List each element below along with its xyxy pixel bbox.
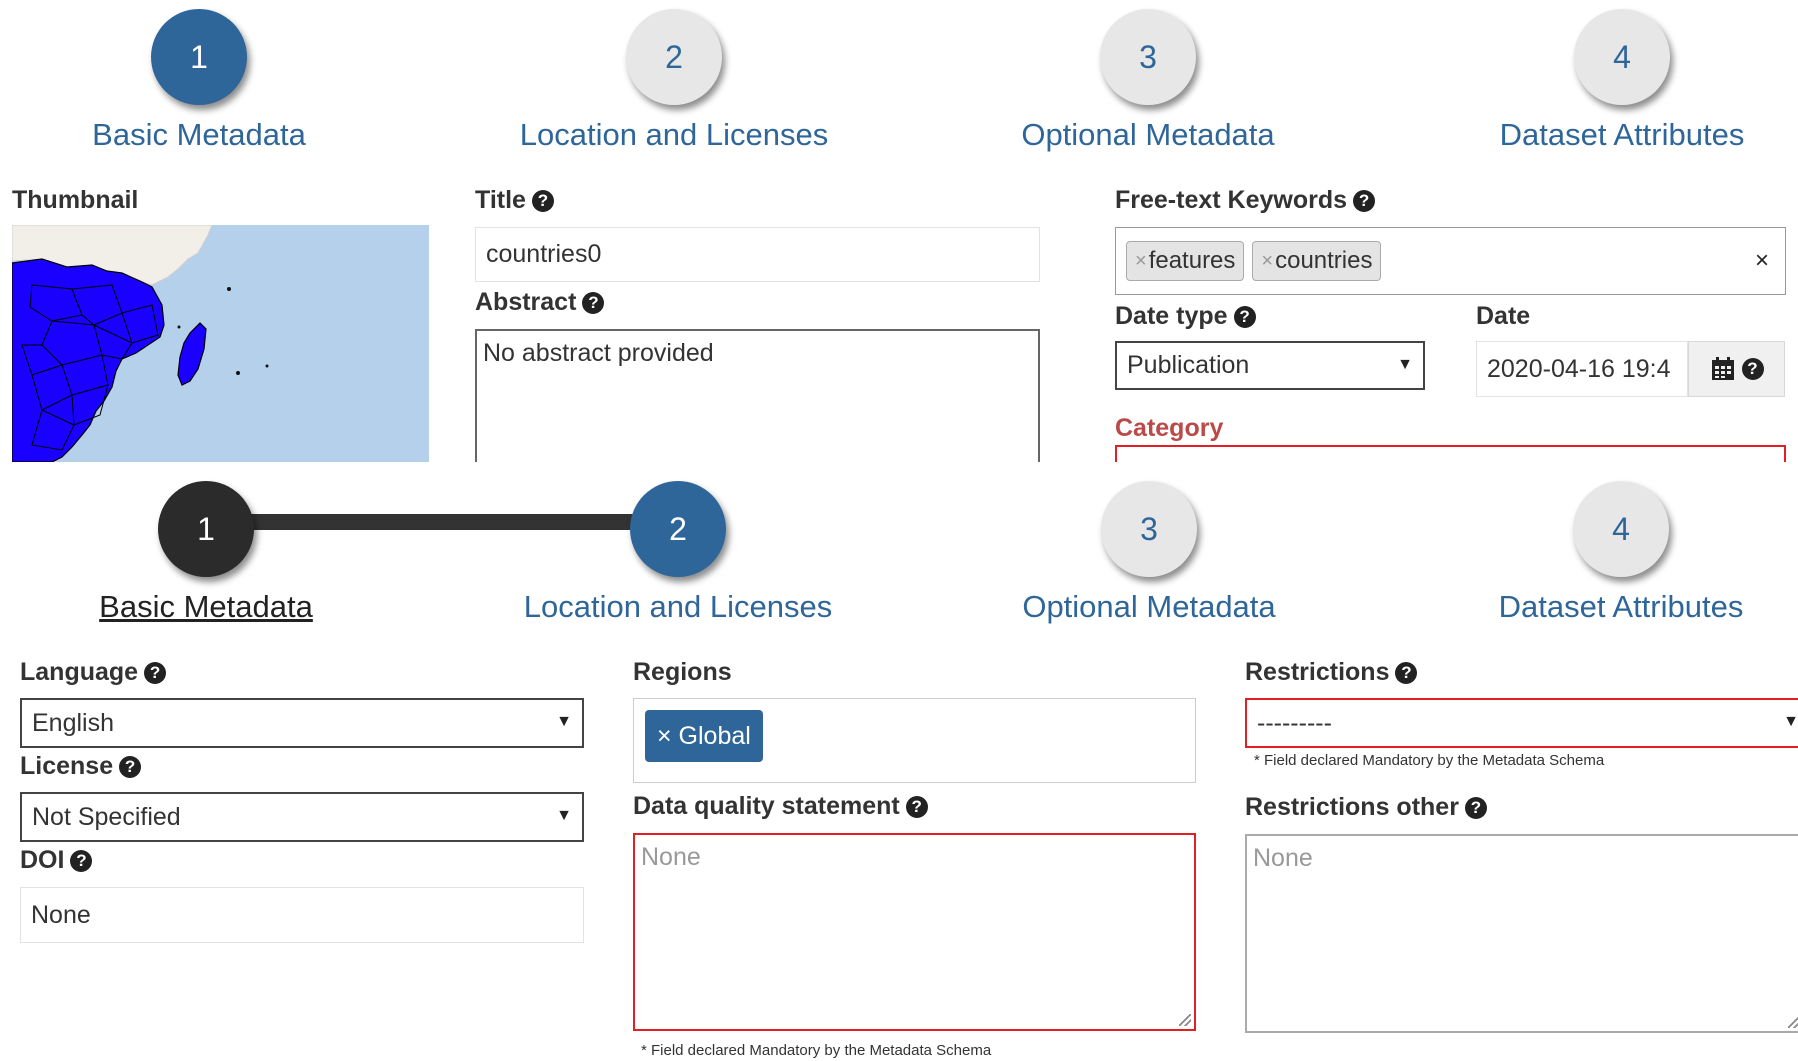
regions-label: Regions [633,658,732,686]
wizard-step-4[interactable]: 4 Dataset Attributes [1452,9,1792,153]
step-label: Basic Metadata [99,589,313,624]
question-circle-icon[interactable]: ? [119,756,142,778]
calendar-icon [1711,357,1734,380]
title-input[interactable]: countries0 [475,227,1040,282]
restrictions-other-label: Restrictions other? [1245,793,1487,822]
africa-map-thumbnail [12,225,429,462]
language-select[interactable]: English ▼ [20,698,584,748]
date-input[interactable]: 2020-04-16 19:4 [1476,341,1688,397]
keyword-tag-label: countries [1275,247,1373,274]
thumbnail-image[interactable] [12,225,429,462]
category-select[interactable] [1115,445,1786,462]
wizard-step-2[interactable]: 2 Location and Licenses [508,481,848,625]
calendar-button[interactable]: ? [1688,341,1785,397]
basic-metadata-panel: 1 Basic Metadata 2 Location and Licenses… [0,0,1798,462]
mandatory-note: * Field declared Mandatory by the Metada… [1254,752,1605,769]
restrictions-select[interactable]: --------- ▼ [1245,698,1798,748]
question-circle-icon[interactable]: ? [70,850,93,872]
language-label: Language? [20,658,167,687]
wizard-step-3[interactable]: 3 Optional Metadata [978,9,1318,153]
tag-remove-icon[interactable]: × [1261,250,1273,273]
location-licenses-panel: 1 Basic Metadata 2 Location and Licenses… [0,462,1798,1061]
question-circle-icon[interactable]: ? [1741,358,1764,380]
title-label-text: Title [475,186,526,214]
restrictions-label: Restrictions? [1245,658,1418,687]
step-number: 1 [151,9,247,105]
wizard-step-4[interactable]: 4 Dataset Attributes [1451,481,1791,625]
step-number: 3 [1100,9,1196,105]
category-label: Category [1115,414,1224,442]
step-number: 2 [626,9,722,105]
step-label: Basic Metadata [92,117,306,152]
caret-down-icon: ▼ [1783,713,1798,730]
step-label: Optional Metadata [1022,589,1276,624]
question-circle-icon[interactable]: ? [1464,797,1487,819]
question-circle-icon[interactable]: ? [1395,662,1418,684]
language-value: English [32,708,114,737]
keywords-input[interactable]: × features × countries × [1115,227,1786,295]
keywords-label: Free-text Keywords? [1115,186,1376,215]
date-type-label: Date type? [1115,302,1256,331]
question-circle-icon[interactable]: ? [1233,306,1256,328]
tag-remove-icon[interactable]: × [1135,250,1147,273]
date-type-value: Publication [1127,351,1250,379]
resize-handle-icon[interactable] [1179,1014,1191,1026]
license-select[interactable]: Not Specified ▼ [20,792,584,842]
wizard-step-1[interactable]: 1 Basic Metadata [36,481,376,625]
step-number: 2 [630,481,726,577]
license-value: Not Specified [32,802,181,831]
caret-down-icon: ▼ [556,713,572,730]
wizard-step-3[interactable]: 3 Optional Metadata [979,481,1319,625]
date-label: Date [1476,302,1531,330]
restrictions-label-text: Restrictions [1245,658,1390,686]
data-quality-placeholder: None [641,843,701,871]
step-number: 4 [1574,9,1670,105]
wizard-step-1[interactable]: 1 Basic Metadata [29,9,369,153]
title-label: Title? [475,186,554,215]
keywords-label-text: Free-text Keywords [1115,186,1348,214]
data-quality-label-text: Data quality statement [633,792,900,820]
step-label: Location and Licenses [523,589,833,624]
restrictions-value: --------- [1257,708,1332,737]
doi-label-text: DOI [20,846,65,874]
step-number: 1 [158,481,254,577]
step-label: Dataset Attributes [1498,589,1744,624]
question-circle-icon[interactable]: ? [1353,190,1376,212]
step-label: Optional Metadata [1021,117,1275,152]
abstract-label-text: Abstract [475,288,577,316]
caret-down-icon: ▼ [556,807,572,824]
question-circle-icon[interactable]: ? [582,292,605,314]
keyword-tag[interactable]: × features [1126,241,1245,281]
question-circle-icon[interactable]: ? [531,190,554,212]
data-quality-textarea[interactable]: None [633,833,1196,1031]
restrictions-other-placeholder: None [1253,844,1313,872]
restrictions-other-label-text: Restrictions other [1245,793,1459,821]
keyword-tag[interactable]: × countries [1252,241,1382,281]
doi-label: DOI? [20,846,93,875]
question-circle-icon[interactable]: ? [144,662,167,684]
doi-input[interactable]: None [20,887,584,943]
date-type-select[interactable]: Publication ▼ [1115,341,1425,390]
step-number: 3 [1101,481,1197,577]
thumbnail-label: Thumbnail [12,186,139,214]
date-type-label-text: Date type [1115,302,1228,330]
abstract-textarea[interactable]: No abstract provided [475,329,1040,462]
language-label-text: Language [20,658,139,686]
abstract-label: Abstract? [475,288,605,317]
keyword-tag-label: features [1148,247,1236,274]
mandatory-note: * Field declared Mandatory by the Metada… [641,1042,992,1059]
license-label: License? [20,752,142,781]
caret-down-icon: ▼ [1397,355,1413,373]
license-label-text: License [20,752,114,780]
step-number: 4 [1573,481,1669,577]
region-chip-global[interactable]: × Global [645,710,763,762]
clear-keywords-icon[interactable]: × [1755,247,1769,275]
resize-handle-icon[interactable] [1788,1016,1798,1028]
step-label: Location and Licenses [519,117,829,152]
restrictions-other-textarea[interactable]: None [1245,834,1798,1033]
wizard-step-2[interactable]: 2 Location and Licenses [504,9,844,153]
step-label: Dataset Attributes [1499,117,1745,152]
question-circle-icon[interactable]: ? [905,796,928,818]
data-quality-label: Data quality statement? [633,792,928,821]
